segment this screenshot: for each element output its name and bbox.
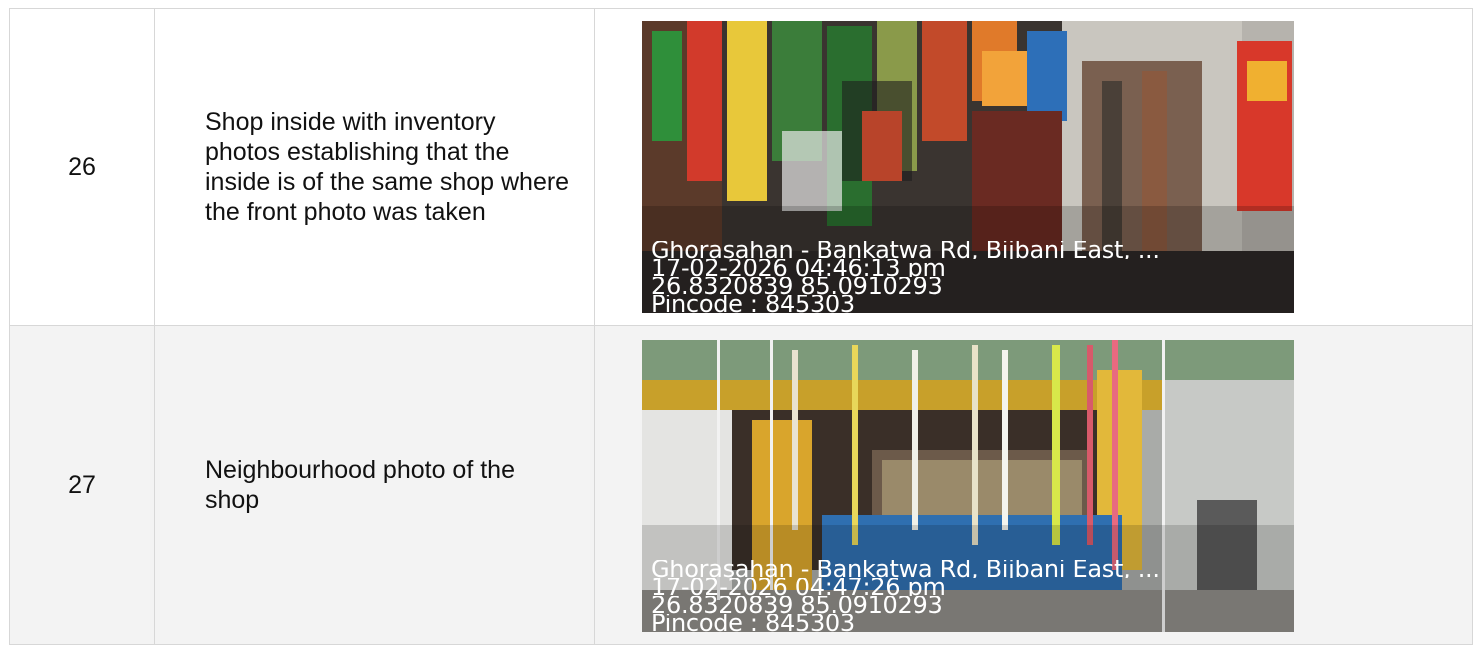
geotag-timestamp: 17-02-2026 04:47:26 pm xyxy=(651,578,946,596)
photo-cell: Ghorasahan - Bankatwa Rd, Bijbani East, … xyxy=(594,325,1473,645)
geotag-overlay: Ghorasahan - Bankatwa Rd, Bijbani East, … xyxy=(642,241,1294,313)
geotag-pincode: Pincode : 845303 xyxy=(651,614,855,632)
geotag-address: Ghorasahan - Bankatwa Rd, Bijbani East, … xyxy=(651,241,1160,259)
row-number: 26 xyxy=(9,8,155,326)
geotag-pincode: Pincode : 845303 xyxy=(651,295,855,313)
table-row: 26 Shop inside with inventory photos est… xyxy=(9,8,1473,326)
row-number: 27 xyxy=(9,325,155,645)
geotag-timestamp: 17-02-2026 04:46:13 pm xyxy=(651,259,946,277)
row-description: Shop inside with inventory photos establ… xyxy=(154,8,595,326)
description-text: Shop inside with inventory photos establ… xyxy=(205,108,570,226)
geotag-address: Ghorasahan - Bankatwa Rd, Bijbani East, … xyxy=(651,560,1160,578)
table-row: 27 Neighbourhood photo of the shop Ghora… xyxy=(9,325,1473,645)
description-text: Neighbourhood photo of the shop xyxy=(205,456,515,514)
geotag-overlay: Ghorasahan - Bankatwa Rd, Bijbani East, … xyxy=(642,560,1294,632)
geotag-coordinates: 26.8320839 85.0910293 xyxy=(651,596,943,614)
geotag-coordinates: 26.8320839 85.0910293 xyxy=(651,277,943,295)
photo-evidence-table: 26 Shop inside with inventory photos est… xyxy=(9,8,1473,645)
photo-cell: Ghorasahan - Bankatwa Rd, Bijbani East, … xyxy=(594,8,1473,326)
shop-inside-photo[interactable]: Ghorasahan - Bankatwa Rd, Bijbani East, … xyxy=(642,21,1294,313)
neighbourhood-photo[interactable]: Ghorasahan - Bankatwa Rd, Bijbani East, … xyxy=(642,340,1294,632)
row-description: Neighbourhood photo of the shop xyxy=(154,325,595,645)
